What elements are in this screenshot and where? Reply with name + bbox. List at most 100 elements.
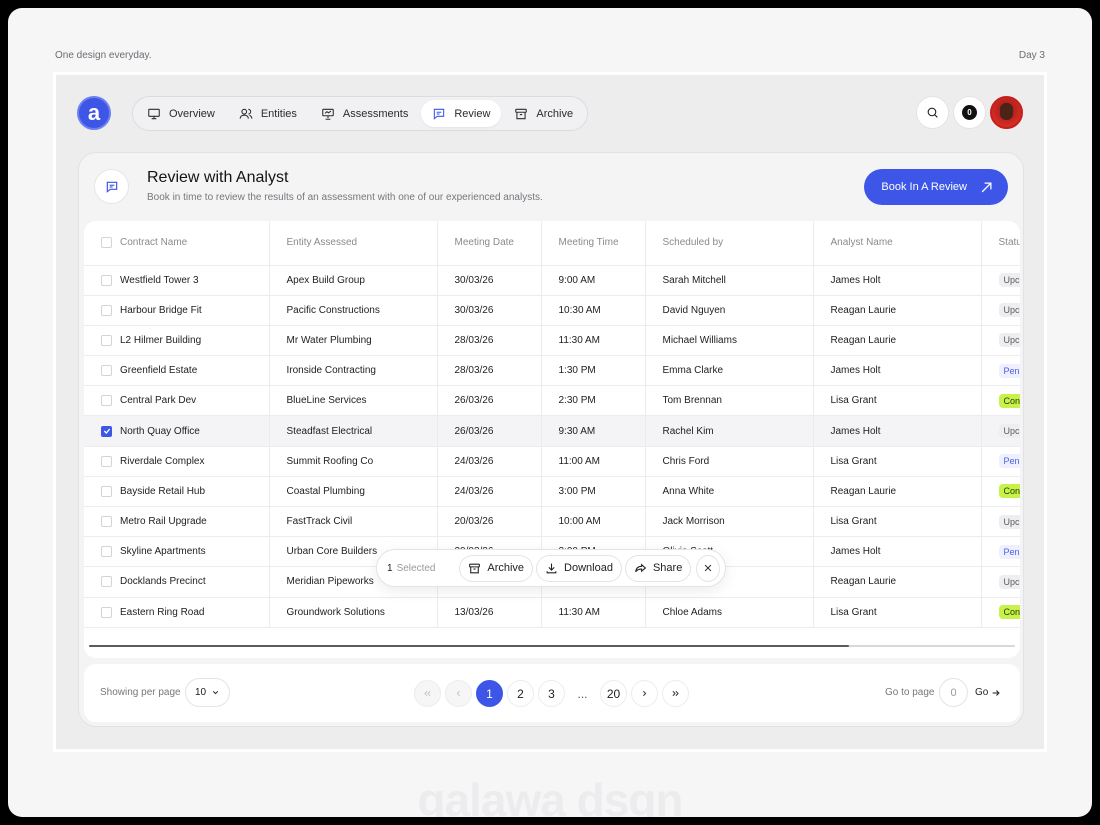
row-checkbox[interactable] <box>101 425 112 437</box>
select-all-checkbox[interactable] <box>101 237 112 249</box>
cell-date: 26/03/26 <box>437 385 542 417</box>
page-button[interactable]: 2 <box>507 680 534 707</box>
cell-entity: FastTrack Civil <box>269 506 438 538</box>
cell-contract: Docklands Precinct <box>84 566 270 598</box>
status-badge: Upc <box>998 424 1020 439</box>
table-row[interactable]: Bayside Retail Hub Coastal Plumbing 24/03/… <box>84 476 1020 508</box>
cell-scheduled-by: David Nguyen <box>645 295 814 326</box>
row-checkbox[interactable] <box>101 365 112 377</box>
table-row[interactable]: Harbour Bridge Fit Pacific Constructions 3… <box>84 295 1020 326</box>
cell-time: 11:00 AM <box>541 446 646 477</box>
goto-button-label: Go <box>975 687 989 698</box>
cell-scheduled-by: Anna White <box>645 476 814 508</box>
main-nav: Overview Entities Assessments Review Archive <box>132 96 589 131</box>
table-row[interactable]: Eastern Ring Road Groundwork Solutions 13/… <box>84 597 1020 628</box>
book-review-button[interactable]: Book In A Review <box>864 169 1008 205</box>
page-button[interactable]: 20 <box>600 680 627 707</box>
monitor-icon <box>148 108 160 119</box>
search-icon <box>927 107 938 118</box>
contract-name: North Quay Office <box>120 425 200 437</box>
column-header[interactable]: Status <box>981 221 1021 266</box>
cell-status: Con <box>981 385 1020 417</box>
goto-page-input[interactable]: 0 <box>939 678 968 707</box>
cell-scheduled-by: Chloe Adams <box>645 597 814 628</box>
cell-analyst: Reagan Laurie <box>813 325 982 357</box>
cell-date: 28/03/26 <box>437 355 542 387</box>
brand-logo[interactable]: a <box>77 96 111 130</box>
panel-icon <box>94 169 129 204</box>
cell-date: 24/03/26 <box>437 476 542 508</box>
column-header[interactable]: Scheduled by <box>645 221 814 266</box>
cell-analyst: James Holt <box>813 355 982 387</box>
page-ellipsis[interactable]: ... <box>569 680 596 707</box>
user-avatar[interactable] <box>990 96 1023 129</box>
cell-scheduled-by: Emma Clarke <box>645 355 814 387</box>
nav-item-label: Review <box>454 107 491 120</box>
nav-item-entities[interactable]: Entities <box>228 100 308 127</box>
row-checkbox[interactable] <box>101 546 112 558</box>
arrow-up-right-icon <box>981 182 992 192</box>
column-header[interactable]: Meeting Time <box>541 221 646 266</box>
contract-name: Westfield Tower 3 <box>120 274 199 286</box>
cell-contract: North Quay Office <box>84 415 270 447</box>
status-badge: Pen <box>998 363 1020 378</box>
row-checkbox[interactable] <box>101 485 112 497</box>
column-header[interactable]: Entity Assessed <box>269 221 438 266</box>
cell-scheduled-by: Tom Brennan <box>645 385 814 417</box>
table-row[interactable]: Riverdale Complex Summit Roofing Co 24/03/… <box>84 446 1020 477</box>
table-row[interactable]: L2 Hilmer Building Mr Water Plumbing 28/03… <box>84 325 1020 357</box>
cell-status: Pen <box>981 536 1020 568</box>
per-page-select[interactable]: 10 <box>185 678 230 707</box>
column-header[interactable]: Contract Name <box>84 221 270 266</box>
page-button[interactable]: 1 <box>476 680 503 707</box>
nav-item-review[interactable]: Review <box>421 100 502 127</box>
first-page-button[interactable] <box>414 680 441 707</box>
row-checkbox[interactable] <box>101 606 112 618</box>
share-selected-button[interactable]: Share <box>624 554 692 582</box>
status-badge: Pen <box>998 544 1020 559</box>
table-row[interactable]: Central Park Dev BlueLine Services 26/03/2… <box>84 385 1020 417</box>
search-button[interactable] <box>916 96 949 129</box>
top-actions: 0 <box>916 96 1023 129</box>
cell-time: 9:00 AM <box>541 265 646 296</box>
row-checkbox[interactable] <box>101 304 112 316</box>
row-checkbox[interactable] <box>101 455 112 467</box>
row-checkbox[interactable] <box>101 395 112 407</box>
cell-status: Pen <box>981 355 1020 387</box>
nav-item-archive[interactable]: Archive <box>503 100 584 127</box>
row-checkbox[interactable] <box>101 576 112 588</box>
column-header-label: Status <box>998 237 1021 249</box>
row-checkbox[interactable] <box>101 334 112 346</box>
table-row[interactable]: Greenfield Estate Ironside Contracting 28/… <box>84 355 1020 387</box>
chevron-right-icon <box>643 690 647 697</box>
cell-date: 30/03/26 <box>437 295 542 326</box>
table-row[interactable]: North Quay Office Steadfast Electrical 26/… <box>84 415 1020 447</box>
prev-page-button[interactable] <box>445 680 472 707</box>
column-header[interactable]: Analyst Name <box>813 221 982 266</box>
nav-item-overview[interactable]: Overview <box>136 100 226 127</box>
row-checkbox[interactable] <box>101 516 112 528</box>
download-selected-button[interactable]: Download <box>536 554 622 582</box>
nav-item-label: Archive <box>536 107 574 120</box>
archive-selected-button[interactable]: Archive <box>459 554 534 582</box>
goto-page-button[interactable]: Go <box>975 687 1001 698</box>
row-checkbox[interactable] <box>101 274 112 286</box>
share-icon <box>635 563 647 572</box>
last-page-button[interactable] <box>662 680 689 707</box>
table-row[interactable]: Metro Rail Upgrade FastTrack Civil 20/03/2… <box>84 506 1020 538</box>
cell-time: 11:30 AM <box>541 597 646 628</box>
nav-item-assessments[interactable]: Assessments <box>310 100 419 127</box>
per-page-value: 10 <box>194 687 207 698</box>
page-button[interactable]: 3 <box>538 680 565 707</box>
next-page-button[interactable] <box>631 680 658 707</box>
column-header[interactable]: Meeting Date <box>437 221 542 266</box>
notification-count: 0 <box>962 105 977 120</box>
table-row[interactable]: Westfield Tower 3 Apex Build Group 30/03/2… <box>84 265 1020 296</box>
scrollbar-thumb[interactable] <box>89 645 849 647</box>
horizontal-scrollbar[interactable] <box>89 645 1015 647</box>
notifications-button[interactable]: 0 <box>953 96 986 129</box>
cell-time: 9:30 AM <box>541 415 646 447</box>
clear-selection-button[interactable] <box>696 554 720 582</box>
selected-number: 1 <box>387 562 393 574</box>
book-review-label: Book In A Review <box>881 181 967 193</box>
